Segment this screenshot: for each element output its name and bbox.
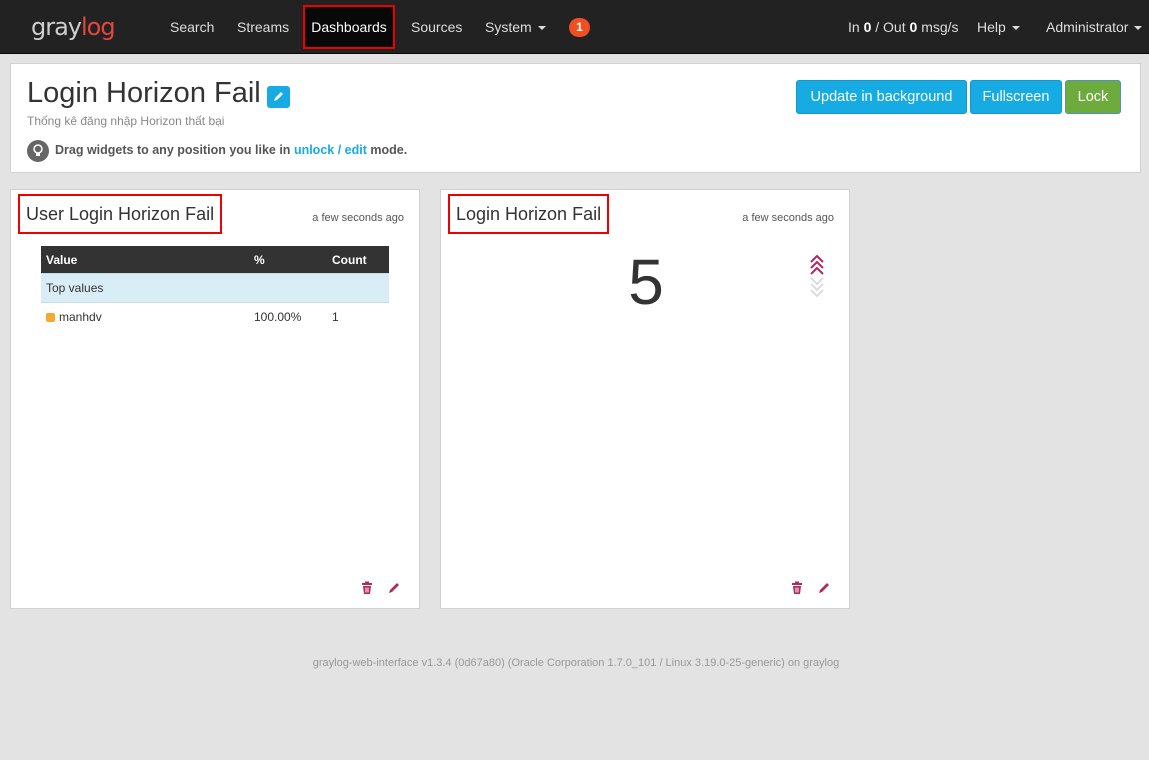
table-row: manhdv 100.00% 1 — [41, 303, 389, 332]
graylog-logo[interactable]: graylog — [31, 13, 116, 41]
notification-badge[interactable]: 1 — [569, 18, 590, 37]
chevron-down-icon — [537, 26, 546, 31]
color-swatch — [46, 313, 55, 322]
throughput-in-value: 0 — [863, 19, 872, 35]
column-header-value: Value — [41, 246, 249, 274]
widget-actions — [359, 581, 407, 595]
quick-values-table: Value % Count Top values manhdv 100.00% … — [41, 246, 389, 331]
count-value: 5 — [628, 246, 664, 318]
page-description: Thống kê đăng nhập Horizon thất bại — [27, 114, 225, 128]
nav-help-dropdown[interactable]: Help — [977, 0, 1020, 54]
logo-text-gray: gray — [31, 13, 82, 41]
table-group-row: Top values — [41, 273, 389, 303]
column-header-count: Count — [327, 246, 389, 274]
row-value-cell: manhdv — [41, 303, 249, 332]
widget-user-login-fail[interactable]: User Login Horizon Fail a few seconds ag… — [10, 189, 420, 609]
nav-streams[interactable]: Streams — [237, 0, 289, 54]
throughput-unit: msg/s — [921, 19, 959, 35]
throughput-out-value: 0 — [909, 19, 918, 35]
nav-user-dropdown[interactable]: Administrator — [1046, 0, 1143, 54]
page-title: Login Horizon Fail — [27, 77, 261, 109]
widget-title: Login Horizon Fail — [448, 194, 610, 234]
chevron-down-icon — [1134, 26, 1143, 31]
throughput-indicator: In 0 / Out 0 msg/s — [848, 19, 959, 35]
edit-mode-hint: Drag widgets to any position you like in… — [55, 143, 407, 157]
widget-updated-time: a few seconds ago — [742, 212, 834, 224]
column-header-percent: % — [249, 246, 327, 274]
widget-login-fail-count[interactable]: Login Horizon Fail a few seconds ago 5 — [440, 189, 850, 609]
hint-suffix: mode. — [370, 143, 408, 157]
widget-title: User Login Horizon Fail — [18, 194, 223, 234]
lightbulb-icon — [27, 140, 49, 162]
logo-text-log: log — [81, 13, 116, 41]
nav-dashboards[interactable]: Dashboards — [303, 5, 395, 49]
trend-up-icon — [810, 254, 824, 298]
chevron-down-icon — [1011, 26, 1020, 31]
lock-button[interactable]: Lock — [1065, 80, 1121, 114]
row-percent: 100.00% — [254, 310, 302, 324]
nav-system-dropdown[interactable]: System — [485, 0, 546, 54]
update-in-background-button[interactable]: Update in background — [796, 80, 967, 114]
widget-actions — [789, 581, 837, 595]
nav-system-label: System — [485, 19, 532, 35]
unlock-edit-link[interactable]: unlock / edit — [294, 143, 367, 157]
pencil-icon — [274, 92, 283, 101]
pencil-icon[interactable] — [819, 583, 829, 593]
row-value: manhdv — [59, 310, 102, 324]
trash-icon[interactable] — [792, 581, 802, 595]
throughput-in-label: In — [848, 19, 860, 35]
hint-prefix: Drag widgets to any position you like in — [55, 143, 291, 157]
nav-search[interactable]: Search — [170, 0, 214, 54]
fullscreen-button[interactable]: Fullscreen — [970, 80, 1062, 114]
widget-updated-time: a few seconds ago — [312, 212, 404, 224]
dashboard-header: Login Horizon Fail Thống kê đăng nhập Ho… — [10, 63, 1141, 173]
top-navbar: graylog Search Streams Dashboards Source… — [0, 0, 1149, 54]
top-values-label: Top values — [41, 273, 389, 303]
nav-sources[interactable]: Sources — [411, 0, 462, 54]
row-count: 1 — [332, 310, 339, 324]
pencil-icon[interactable] — [389, 583, 399, 593]
trash-icon[interactable] — [362, 581, 372, 595]
footer-version: graylog-web-interface v1.3.4 (0d67a80) (… — [312, 657, 840, 669]
nav-user-label: Administrator — [1046, 19, 1129, 35]
throughput-out-label: Out — [883, 19, 906, 35]
nav-help-label: Help — [977, 19, 1006, 35]
table-header-row: Value % Count — [41, 246, 389, 274]
edit-title-button[interactable] — [267, 86, 290, 108]
